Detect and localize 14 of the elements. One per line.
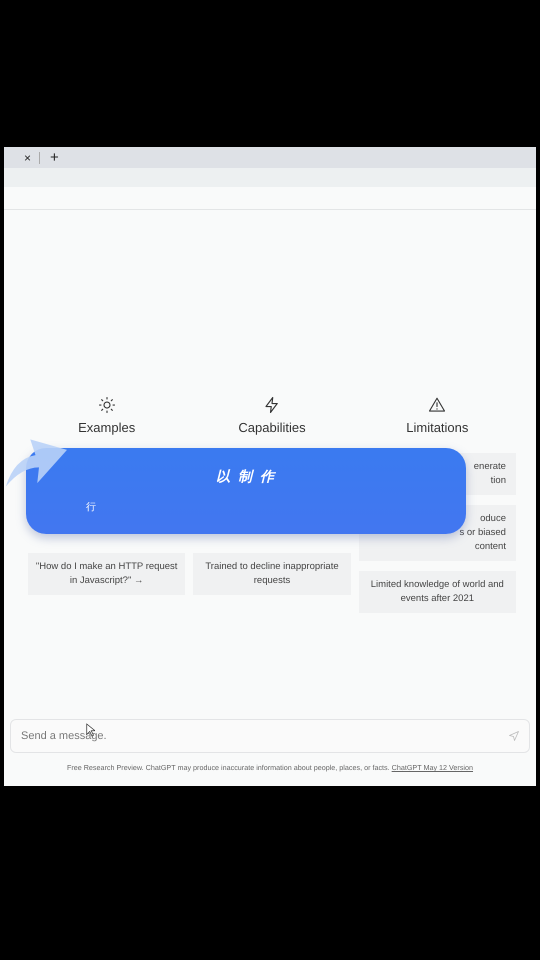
banner-subtitle: 行 bbox=[86, 501, 96, 514]
prompt-card: Trained to decline inappropriate requests bbox=[193, 553, 351, 595]
column-title: Capabilities bbox=[238, 420, 306, 435]
banner-title: 以 制 作 bbox=[216, 468, 276, 486]
message-field[interactable]: Send a message. bbox=[10, 719, 530, 753]
prompt-card[interactable]: "How do I make an HTTP request in Javascript?" → bbox=[28, 553, 186, 595]
column-title: Limitations bbox=[406, 420, 468, 435]
close-tab-button[interactable]: × bbox=[24, 150, 32, 164]
column-title: Examples bbox=[78, 420, 136, 435]
warning-icon bbox=[428, 396, 446, 414]
new-tab-button[interactable]: + bbox=[50, 149, 59, 166]
prompt-card: Limited knowledge of world and events after 2021 bbox=[358, 571, 516, 613]
send-icon[interactable] bbox=[508, 730, 520, 742]
sun-icon bbox=[98, 396, 116, 414]
